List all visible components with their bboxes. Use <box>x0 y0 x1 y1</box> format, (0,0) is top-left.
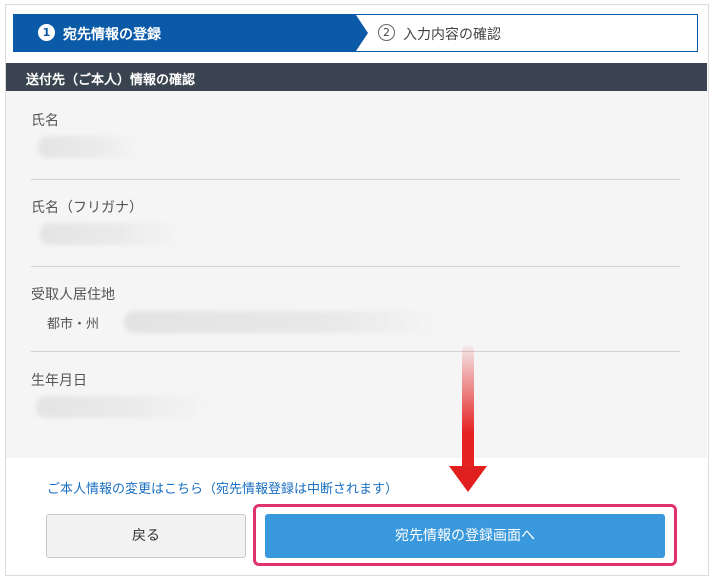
name-value-redacted <box>38 136 138 158</box>
step-number-1: 1 <box>38 24 55 41</box>
step-number-2: 2 <box>378 24 395 41</box>
field-label-address: 受取人居住地 <box>31 287 115 303</box>
field-label-name: 氏名 <box>31 113 59 129</box>
name-kana-value-redacted <box>40 223 180 245</box>
divider <box>31 351 680 352</box>
field-label-birthdate: 生年月日 <box>31 373 87 389</box>
step-register-destination: 1 宛先情報の登録 <box>14 15 368 51</box>
birthdate-value-redacted <box>36 396 206 418</box>
field-sublabel-city-state: 都市・州 <box>47 317 100 332</box>
progress-stepper: 1 宛先情報の登録 2 入力内容の確認 <box>13 14 698 52</box>
divider <box>31 179 680 180</box>
back-button[interactable]: 戻る <box>46 514 246 558</box>
section-title: 送付先（ご本人）情報の確認 <box>6 63 707 91</box>
field-address: 受取人居住地 <box>31 284 680 304</box>
field-birthdate: 生年月日 <box>31 370 680 390</box>
field-name-kana: 氏名（フリガナ） <box>31 197 680 217</box>
change-personal-info-link[interactable]: ご本人情報の変更はこちら（宛先情報登録は中断されます） <box>47 478 398 497</box>
arrow-down-icon <box>449 466 487 492</box>
divider <box>31 266 680 267</box>
annotation-arrow-shaft <box>462 345 474 470</box>
address-value-redacted <box>124 311 434 333</box>
go-to-destination-registration-button[interactable]: 宛先情報の登録画面へ <box>265 514 665 558</box>
step-label-1: 宛先情報の登録 <box>63 27 161 43</box>
field-label-name-kana: 氏名（フリガナ） <box>31 200 143 216</box>
field-name: 氏名 <box>31 110 680 130</box>
step-label-2: 入力内容の確認 <box>403 27 501 43</box>
